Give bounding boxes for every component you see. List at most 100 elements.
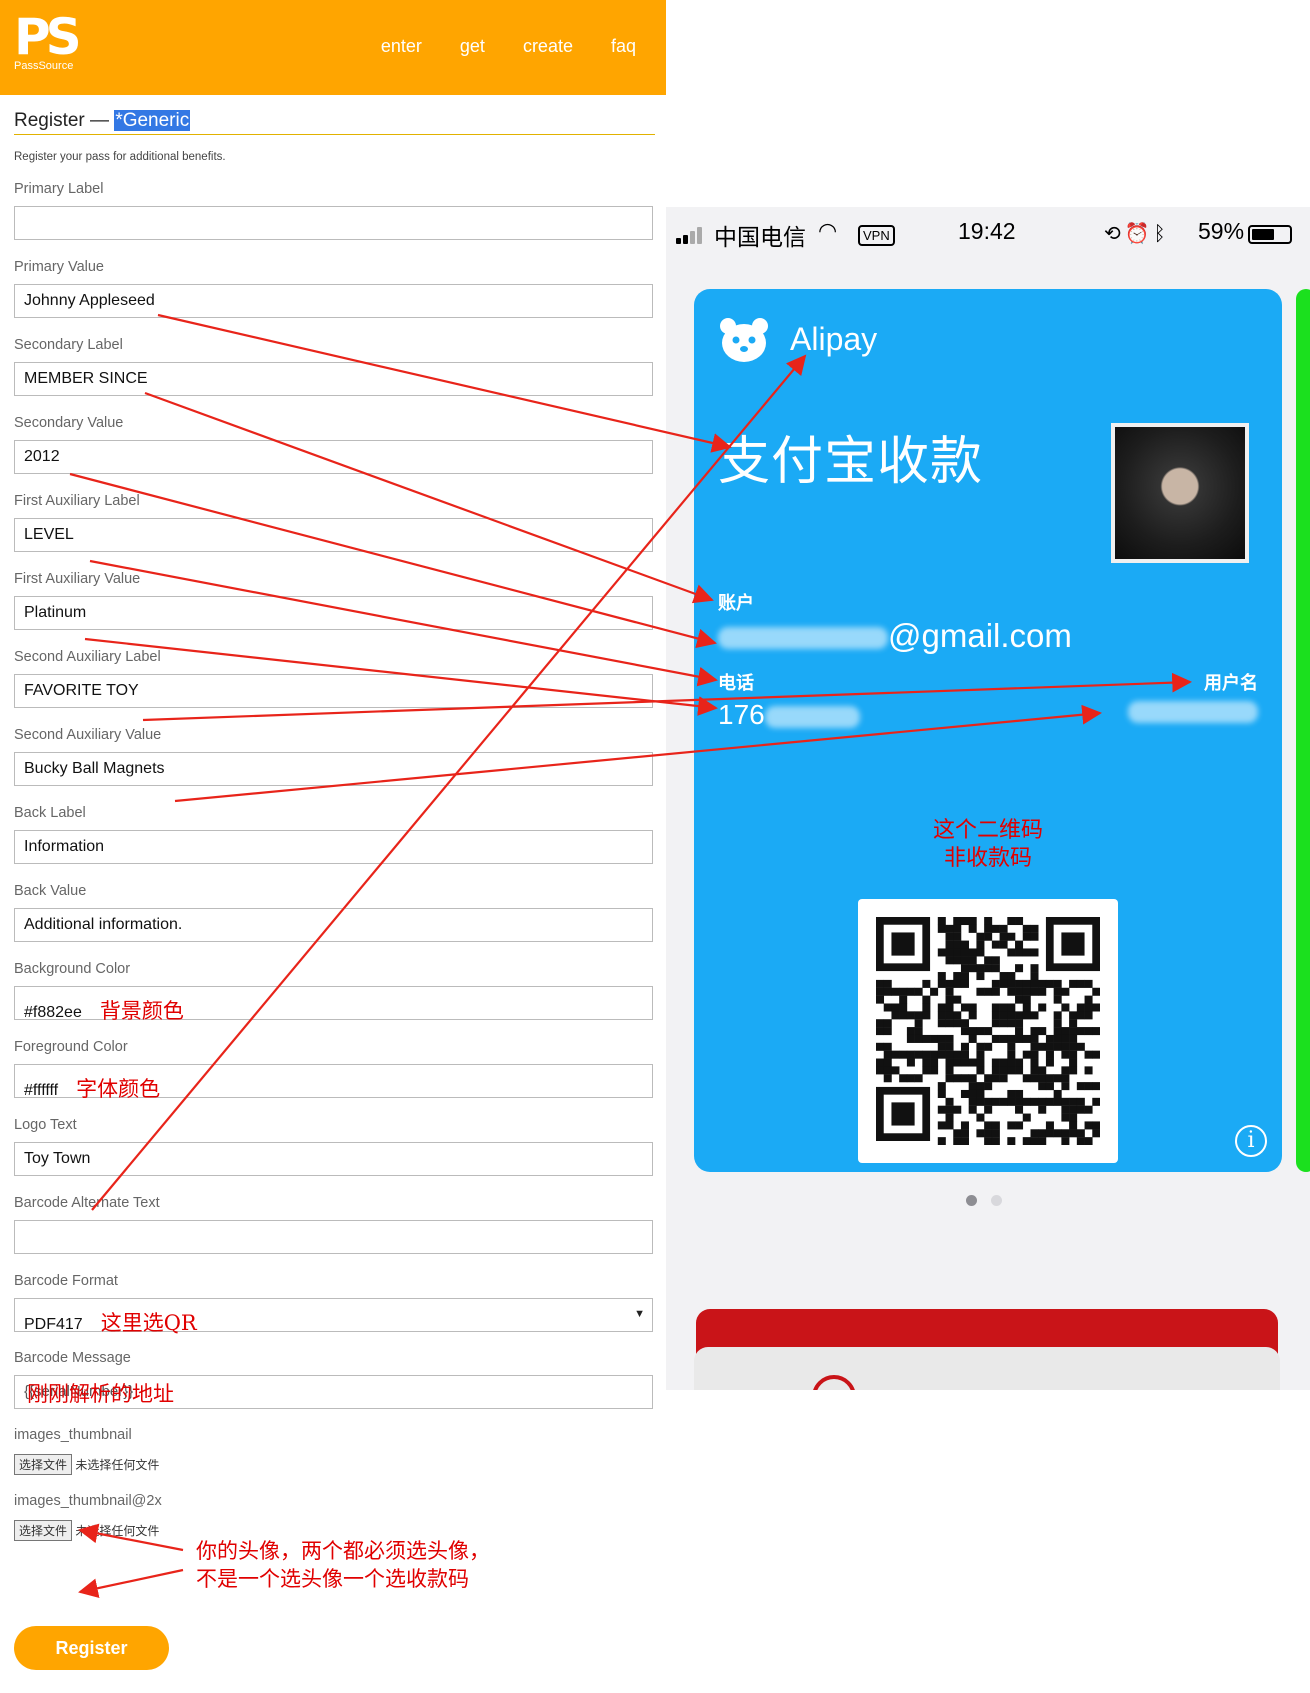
status-icons: ⟲⏰ᛒ [1104, 221, 1170, 246]
background-color-annotation: 背景颜色 [99, 999, 184, 1023]
nav-get[interactable]: get [460, 36, 485, 57]
primary-label-label: Primary Label [14, 181, 104, 197]
clock: 19:42 [958, 218, 1016, 244]
pass-thumbnail [1111, 423, 1249, 563]
back-label-label: Back Label [14, 805, 86, 821]
foreground-color-annotation: 字体颜色 [76, 1077, 161, 1101]
pass-aux1-value: 176 [718, 699, 860, 731]
register-button[interactable]: Register [14, 1626, 169, 1670]
status-bar: 中国电信 ◠ VPN 19:42 ⟲⏰ᛒ 59% [666, 207, 1310, 250]
foreground-color-input[interactable]: #ffffff 字体颜色 [14, 1064, 653, 1101]
second-aux-value-input[interactable]: Bucky Ball Magnets [14, 752, 653, 786]
thumbnail-2x-file-status: 未选择任何文件 [75, 1524, 160, 1538]
pass-primary-value: 支付宝收款 [718, 433, 984, 491]
avatar [1115, 427, 1245, 559]
pass-aux1-value-text: 176 [718, 699, 765, 730]
chevron-down-icon: ▼ [634, 1308, 645, 1320]
signal-icon [676, 227, 702, 244]
barcode-format-annotation: 这里选QR [100, 1311, 197, 1335]
qr-annotation: 这个二维码 非收款码 [694, 817, 1282, 873]
second-aux-label-input[interactable]: FAVORITE TOY [14, 674, 653, 708]
info-icon[interactable]: i [1235, 1125, 1267, 1157]
thumbnail-file-status: 未选择任何文件 [75, 1458, 160, 1472]
alarm-icon: ⏰ [1124, 223, 1154, 245]
thumbnail-2x-choose-button[interactable]: 选择文件 [14, 1520, 73, 1541]
first-aux-value-input[interactable]: Platinum [14, 596, 653, 630]
back-value-input[interactable]: Additional information. [14, 908, 653, 942]
wallet-pass-card[interactable]: Alipay 支付宝收款 账户 @gmail.com 电话 176 用户名 这个… [694, 289, 1282, 1172]
site-header: PS PassSource enter get create faq [0, 0, 666, 95]
thumbnail-label: images_thumbnail [14, 1427, 132, 1443]
logo-text-input[interactable]: Toy Town [14, 1142, 653, 1176]
logo-text-label: Logo Text [14, 1117, 77, 1133]
pass-aux1-label: 电话 [718, 673, 754, 693]
nav-create[interactable]: create [523, 36, 573, 57]
avatar-annotation-line2: 不是一个选头像一个选收款码 [196, 1567, 469, 1591]
form-subtitle: Register your pass for additional benefi… [14, 151, 226, 163]
arrow-thumbnail-2x [78, 1568, 184, 1598]
background-color-input[interactable]: #f882ee 背景颜色 [14, 986, 653, 1023]
pass-logo-text: Alipay [790, 321, 878, 357]
thumbnail-2x-file-input: 选择文件 未选择任何文件 [14, 1520, 159, 1541]
bear-logo-icon [720, 318, 768, 362]
primary-value-input[interactable]: Johnny Appleseed [14, 284, 653, 318]
avatar-annotation: 你的头像，两个都必须选头像， 不是一个选头像一个选收款码 [196, 1537, 490, 1593]
thumbnail-file-input: 选择文件 未选择任何文件 [14, 1454, 159, 1475]
redacted-blur [718, 627, 888, 650]
qr-code [876, 917, 1100, 1145]
nav-enter[interactable]: enter [381, 36, 422, 57]
barcode-message-input[interactable]: {{serialNumber}} 刚刚解析的地址 [14, 1375, 653, 1409]
logo-name: PassSource [14, 60, 74, 72]
passsource-logo[interactable]: PS PassSource [14, 8, 82, 72]
bank-card-front[interactable] [694, 1347, 1280, 1390]
first-aux-value-label: First Auxiliary Value [14, 571, 141, 587]
rotation-lock-icon: ⟲ [1104, 223, 1125, 245]
foreground-color-value: #ffffff [24, 1082, 59, 1099]
main-nav: enter get create faq [381, 36, 636, 57]
redacted-blur [764, 705, 860, 728]
secondary-value-input[interactable]: 2012 [14, 440, 653, 474]
form-title-prefix: Register — [14, 110, 115, 131]
barcode-alt-text-input[interactable] [14, 1220, 653, 1254]
page-dot-active [966, 1195, 977, 1206]
pass-aux2-label: 用户名 [1204, 673, 1258, 693]
primary-label-input[interactable] [14, 206, 653, 240]
phone-screenshot: 中国电信 ◠ VPN 19:42 ⟲⏰ᛒ 59% Alipay 支付宝收款 账户… [666, 207, 1310, 1390]
pass-secondary-label: 账户 [718, 593, 754, 613]
pass-secondary-value: @gmail.com [718, 617, 1072, 655]
primary-value-label: Primary Value [14, 259, 104, 275]
barcode-format-value: PDF417 [24, 1316, 83, 1333]
second-aux-value-label: Second Auxiliary Value [14, 727, 162, 743]
pass-aux2-value [1128, 701, 1258, 723]
foreground-color-label: Foreground Color [14, 1039, 128, 1055]
back-value-label: Back Value [14, 883, 87, 899]
barcode-message-label: Barcode Message [14, 1350, 131, 1366]
first-aux-label-input[interactable]: LEVEL [14, 518, 653, 552]
vpn-badge: VPN [858, 225, 895, 246]
avatar-annotation-line1: 你的头像，两个都必须选头像， [196, 1539, 490, 1563]
thumbnail-2x-label: images_thumbnail@2x [14, 1493, 162, 1509]
battery-percent: 59% [1198, 218, 1245, 244]
secondary-label-label: Secondary Label [14, 337, 123, 353]
pass-secondary-value-text: @gmail.com [888, 617, 1072, 654]
thumbnail-choose-button[interactable]: 选择文件 [14, 1454, 73, 1475]
bank-logo-icon [812, 1375, 856, 1390]
background-color-label: Background Color [14, 961, 131, 977]
back-label-input[interactable]: Information [14, 830, 653, 864]
nav-faq[interactable]: faq [611, 36, 636, 57]
form-title: Register — *Generic [14, 110, 655, 135]
page-dot [991, 1195, 1002, 1206]
carrier-name: 中国电信 [714, 224, 806, 250]
barcode-format-select[interactable]: PDF417 这里选QR ▼ [14, 1298, 653, 1335]
redacted-blur [1128, 701, 1258, 723]
secondary-label-input[interactable]: MEMBER SINCE [14, 362, 653, 396]
second-aux-label-label: Second Auxiliary Label [14, 649, 161, 665]
pass-barcode [858, 899, 1118, 1163]
background-color-value: #f882ee [24, 1004, 82, 1021]
barcode-alt-text-label: Barcode Alternate Text [14, 1195, 160, 1211]
logo-mark: PS [14, 8, 82, 66]
arrow-secondary-label [144, 391, 714, 604]
battery-icon [1248, 225, 1292, 244]
secondary-value-label: Secondary Value [14, 415, 124, 431]
form-title-highlight: *Generic [114, 110, 191, 131]
